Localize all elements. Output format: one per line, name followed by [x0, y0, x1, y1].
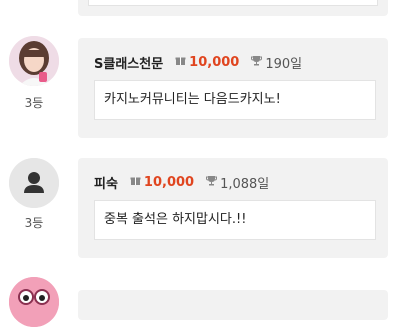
comment-card: S클래스천문 10,000 190일 카지노커뮤니티는 다음드카지노!	[78, 38, 388, 138]
user-avatar-character[interactable]	[9, 277, 59, 327]
comment-card-partial-top	[78, 0, 388, 16]
comment-meta: 피숙 10,000 1,088일	[94, 173, 270, 192]
comment-card: 피숙 10,000 1,088일 중복 출석은 하지맙시다.!!	[78, 158, 388, 258]
user-rank: 3등	[24, 216, 44, 230]
user-avatar-default[interactable]	[9, 158, 59, 208]
default-user-icon	[9, 158, 59, 208]
trophy-icon	[206, 175, 218, 189]
point-gift-icon	[130, 175, 141, 189]
trophy-icon	[251, 55, 263, 69]
comment-box-partial	[88, 0, 378, 6]
points-value: 10,000	[189, 54, 240, 70]
comment-meta: S클래스천문 10,000 190일	[94, 53, 303, 72]
attendance-days: 190일	[265, 56, 303, 72]
points-value: 10,000	[143, 174, 195, 190]
attendance-days: 1,088일	[220, 176, 270, 192]
nickname[interactable]: 피숙	[94, 173, 118, 192]
user-rank: 3등	[24, 96, 44, 110]
user-avatar-photo[interactable]	[9, 36, 59, 86]
comment-text: 카지노커뮤니티는 다음드카지노!	[94, 80, 376, 120]
nickname[interactable]: S클래스천문	[94, 53, 163, 72]
comment-card-partial-bottom	[78, 290, 388, 320]
point-gift-icon	[175, 55, 186, 69]
photo-avatar-icon	[9, 36, 59, 86]
comment-text: 중복 출석은 하지맙시다.!!	[94, 200, 376, 240]
character-avatar-icon	[9, 277, 59, 327]
